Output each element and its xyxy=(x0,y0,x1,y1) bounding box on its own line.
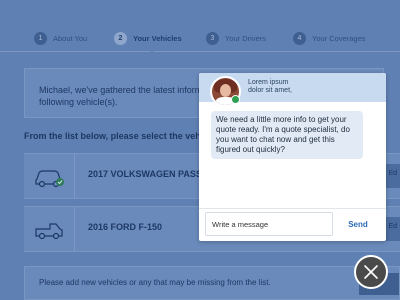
online-status-dot xyxy=(231,95,240,104)
vehicle-name: 2017 VOLKSWAGEN PASS... xyxy=(88,169,210,179)
message-input[interactable]: Write a message xyxy=(205,212,333,236)
step-number: 2 xyxy=(114,31,127,45)
chat-message-bubble: We need a little more info to get your q… xyxy=(211,111,363,159)
truck-icon xyxy=(35,223,63,240)
vehicle-thumbnail xyxy=(24,207,75,251)
car-icon xyxy=(35,170,64,188)
edit-label: Ed xyxy=(388,223,397,230)
vehicle-list-instruction: From the list below, please select the v… xyxy=(24,131,216,141)
step-number: 3 xyxy=(206,31,219,45)
close-icon xyxy=(364,265,378,279)
vehicle-thumbnail xyxy=(24,154,75,198)
progress-steps: 1 About You 2 Your Vehicles 3 Your Drive… xyxy=(0,20,400,53)
edit-label: Ed xyxy=(388,170,397,177)
progress-line xyxy=(0,51,400,52)
step-number: 1 xyxy=(34,31,47,45)
step-label: Your Vehicles xyxy=(133,33,182,43)
step-about-you[interactable]: 1 About You xyxy=(34,30,87,46)
chat-popup: Lorem ipsum dolor sit amet, We need a li… xyxy=(199,73,386,241)
vehicle-name: 2016 FORD F-150 xyxy=(88,222,163,232)
step-number: 4 xyxy=(293,31,306,45)
agent-line-2: dolor sit amet, xyxy=(248,87,292,94)
active-step-indicator xyxy=(146,47,158,53)
send-button[interactable]: Send xyxy=(336,212,380,236)
agent-line-1: Lorem ipsum xyxy=(248,79,289,86)
step-label: Your Drivers xyxy=(225,33,266,43)
close-button[interactable] xyxy=(354,255,388,289)
agent-info: Lorem ipsum dolor sit amet, xyxy=(248,79,292,95)
add-vehicle-bar: Please add new vehicles or any that may … xyxy=(24,266,400,300)
step-your-coverages[interactable]: 4 Your Coverages xyxy=(293,30,366,46)
add-vehicle-text: Please add new vehicles or any that may … xyxy=(39,278,271,287)
chat-input-row: Write a message Send xyxy=(199,208,386,241)
step-label: About You xyxy=(53,33,88,43)
step-your-vehicles[interactable]: 2 Your Vehicles xyxy=(114,30,182,46)
step-label: Your Coverages xyxy=(312,33,366,43)
step-your-drivers[interactable]: 3 Your Drivers xyxy=(206,30,266,46)
check-icon xyxy=(56,178,64,186)
notice-text: Michael, we've gathered the latest infor… xyxy=(39,85,215,107)
